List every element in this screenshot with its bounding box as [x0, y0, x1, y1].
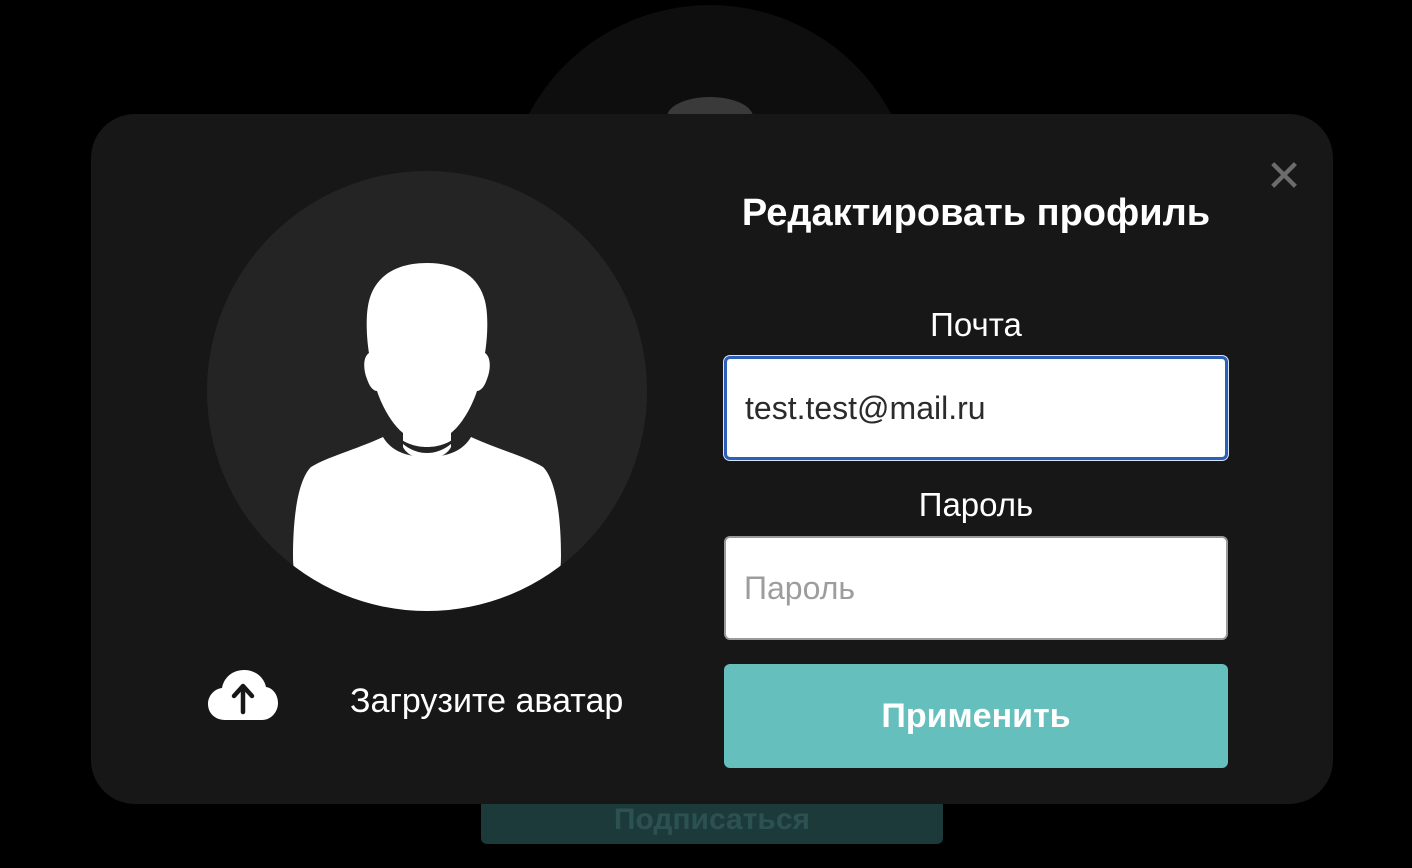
edit-profile-modal: ✕ Загрузите аватар Редактировать профиль… [91, 114, 1333, 804]
password-field[interactable] [724, 536, 1228, 640]
upload-avatar-label: Загрузите аватар [350, 682, 624, 720]
upload-avatar-button[interactable]: Загрузите аватар [207, 662, 647, 742]
modal-title: Редактировать профиль [741, 192, 1211, 234]
cloud-upload-icon [208, 670, 278, 720]
screen: Подписаться ✕ Загрузите аватар Редактиро [0, 0, 1412, 868]
user-silhouette-icon [293, 263, 561, 611]
password-label: Пароль [918, 486, 1034, 523]
email-field[interactable] [724, 356, 1228, 460]
email-label: Почта [930, 306, 1022, 343]
close-button[interactable]: ✕ [1255, 148, 1313, 206]
apply-button[interactable]: Применить [724, 664, 1228, 768]
close-icon: ✕ [1265, 151, 1303, 202]
background-button-label: Подписаться [613, 803, 811, 836]
avatar[interactable] [207, 171, 647, 611]
